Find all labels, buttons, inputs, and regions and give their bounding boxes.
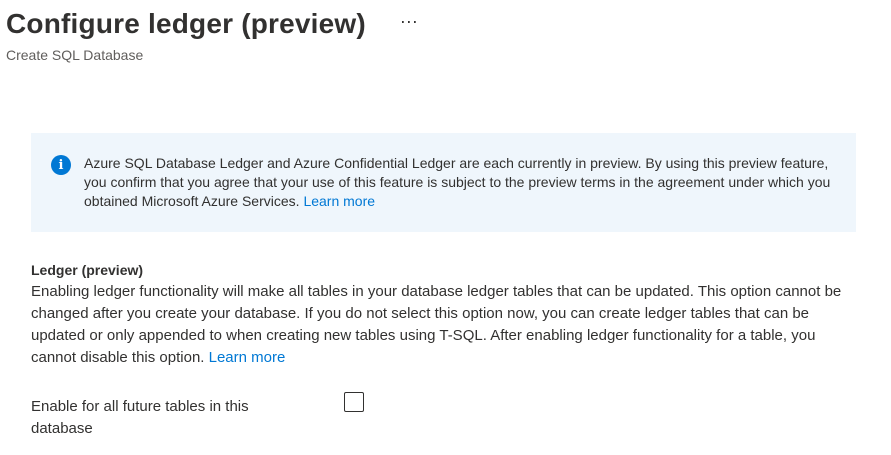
enable-ledger-checkbox[interactable] — [344, 392, 364, 412]
ledger-description: Enabling ledger functionality will make … — [31, 281, 851, 369]
preview-info-banner: i Azure SQL Database Ledger and Azure Co… — [31, 133, 856, 232]
ledger-description-text: Enabling ledger functionality will make … — [31, 283, 842, 366]
enable-ledger-label: Enable for all future tables in this dat… — [31, 398, 249, 437]
title-row: Configure ledger (preview) ··· — [6, 0, 418, 48]
page-header: Configure ledger (preview) ··· Create SQ… — [6, 0, 418, 63]
info-banner-text: Azure SQL Database Ledger and Azure Conf… — [84, 154, 844, 211]
info-icon: i — [51, 155, 71, 175]
page-title: Configure ledger (preview) — [6, 8, 366, 39]
ledger-section: Ledger (preview) Enabling ledger functio… — [31, 259, 851, 369]
more-options-button[interactable]: ··· — [400, 0, 418, 48]
info-learn-more-link[interactable]: Learn more — [303, 193, 375, 209]
info-banner-message: Azure SQL Database Ledger and Azure Conf… — [84, 155, 831, 209]
page-subtitle: Create SQL Database — [6, 47, 144, 63]
ledger-section-title: Ledger (preview) — [31, 262, 144, 278]
ledger-learn-more-link[interactable]: Learn more — [209, 349, 286, 366]
